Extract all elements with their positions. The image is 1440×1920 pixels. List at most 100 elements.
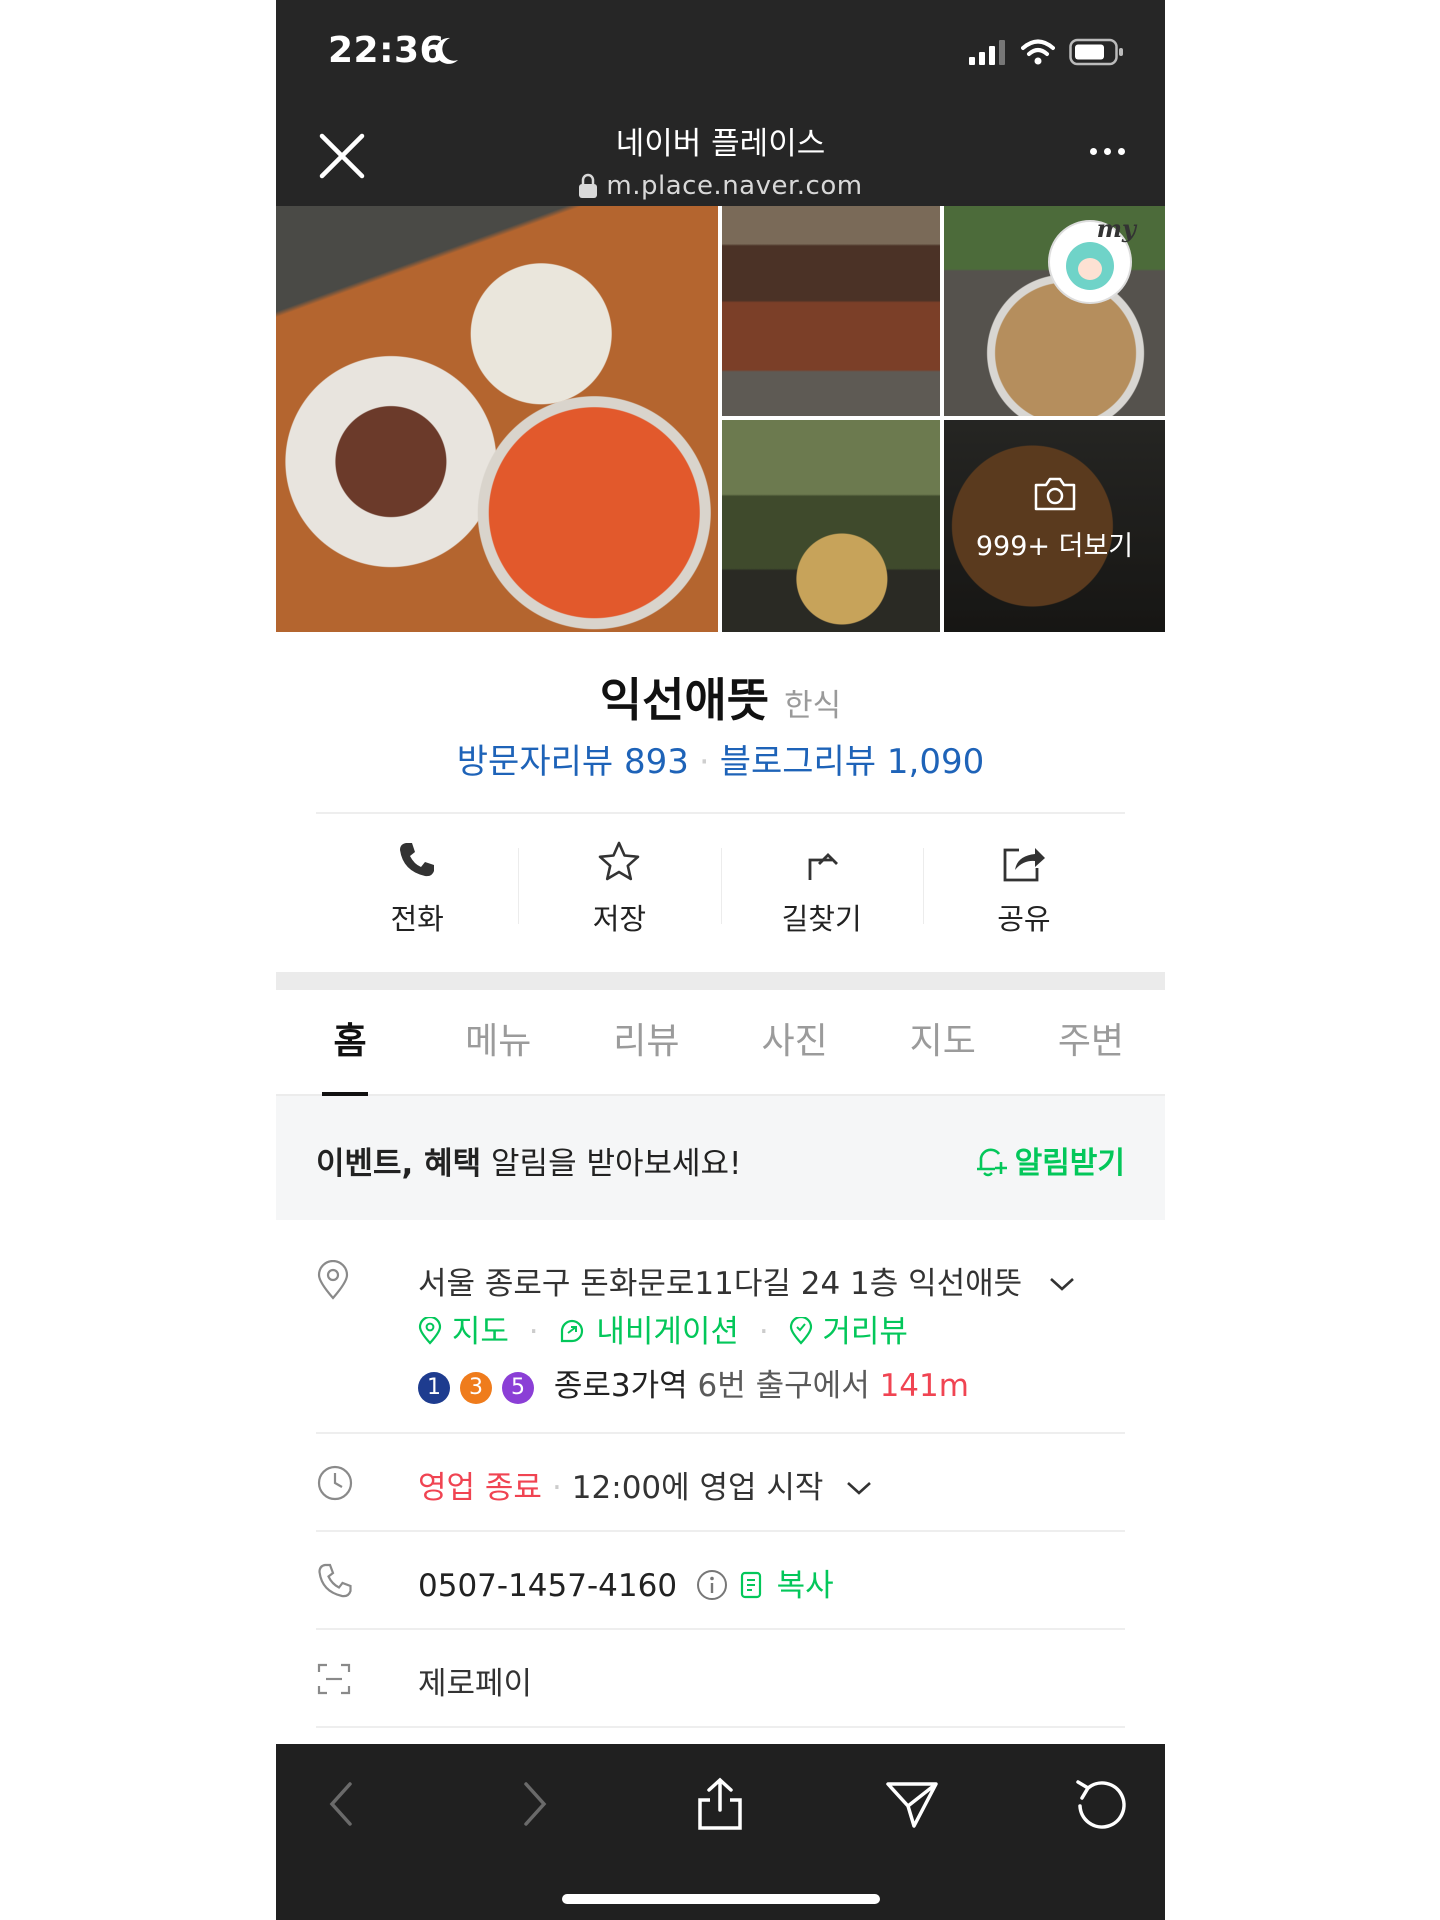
- copy-button[interactable]: 복사: [739, 1568, 834, 1604]
- camera-icon: [1034, 477, 1075, 511]
- forward-icon[interactable]: [516, 1776, 552, 1832]
- tab-home[interactable]: 홈: [276, 990, 424, 1096]
- address-links: 지도 · 내비게이션 · 거리뷰: [418, 1306, 908, 1351]
- tab-map[interactable]: 지도: [869, 990, 1017, 1094]
- battery-icon: [1069, 38, 1123, 66]
- browser-bottom-toolbar: [276, 1744, 1165, 1920]
- more-options-icon[interactable]: [1090, 148, 1125, 155]
- navigation-icon: [561, 1319, 584, 1343]
- location-pin-icon: [317, 1260, 349, 1300]
- clock-icon: [317, 1465, 353, 1501]
- phone-screen: 22:36 네이버 플레이스 m.place.naver.com 999+ 더보…: [276, 0, 1165, 1920]
- map-link-label: 지도: [451, 1314, 509, 1350]
- notice-text: 이벤트, 혜택 알림을 받아보세요!: [316, 1138, 741, 1183]
- status-time: 22:36: [328, 30, 446, 71]
- save-label: 저장: [592, 902, 647, 936]
- copy-icon: [740, 1571, 761, 1599]
- chevron-down-icon: [1050, 1278, 1074, 1291]
- call-button[interactable]: 전화: [316, 814, 518, 954]
- business-status: 영업 종료: [418, 1470, 542, 1506]
- address-text: 서울 종로구 돈화문로11다길 24 1층 익선애뜻: [418, 1266, 1023, 1302]
- section-gap: [276, 972, 1165, 990]
- distance: 141m: [879, 1368, 969, 1404]
- info-icon[interactable]: [695, 1568, 729, 1602]
- tab-menu[interactable]: 메뉴: [424, 990, 572, 1094]
- phone-text: 0507-1457-4160 복사: [418, 1560, 834, 1605]
- more-photos-button[interactable]: 999+ 더보기: [944, 476, 1165, 563]
- share-label: 공유: [997, 902, 1051, 936]
- phone-number[interactable]: 0507-1457-4160: [418, 1568, 677, 1604]
- browser-top-bar: 22:36 네이버 플레이스 m.place.naver.com: [276, 0, 1165, 206]
- star-icon: [599, 841, 640, 881]
- hours-row[interactable]: 영업 종료 · 12:00에 영업 시작: [316, 1458, 1125, 1508]
- divider: [316, 1628, 1125, 1630]
- main-food-photo[interactable]: [276, 206, 718, 632]
- subway-line-badge: 1: [418, 1371, 450, 1404]
- hours-text: 영업 종료 · 12:00에 영업 시작: [418, 1462, 873, 1507]
- next-open-time: 12:00에 영업 시작: [571, 1470, 824, 1506]
- map-link[interactable]: 지도: [418, 1314, 519, 1350]
- divider: [316, 1726, 1125, 1728]
- navigation-link[interactable]: 내비게이션: [549, 1314, 749, 1350]
- call-label: 전화: [390, 902, 444, 936]
- divider: [316, 1432, 1125, 1434]
- blog-reviews-link[interactable]: 블로그리뷰 1,090: [720, 742, 985, 782]
- separator-dot: ·: [758, 1314, 769, 1350]
- browser-title-area: 네이버 플레이스 m.place.naver.com: [276, 118, 1165, 201]
- map-pin-icon: [418, 1315, 442, 1345]
- navigation-link-label: 내비게이션: [596, 1314, 739, 1350]
- refresh-icon[interactable]: [1072, 1776, 1128, 1832]
- chevron-down-icon: [847, 1482, 872, 1495]
- page-url: m.place.naver.com: [606, 171, 863, 201]
- subway-line-badge: 5: [502, 1371, 534, 1404]
- share-button[interactable]: 공유: [922, 814, 1125, 954]
- my-badge-text: my: [1096, 214, 1136, 243]
- url-row: m.place.naver.com: [276, 171, 1165, 201]
- address-row: 서울 종로구 돈화문로11다길 24 1층 익선애뜻 지도 · 내비게이션 ·: [316, 1254, 1125, 1404]
- dish-photo[interactable]: [722, 420, 940, 632]
- directions-icon: [808, 853, 838, 880]
- separator-dot: ·: [551, 1470, 562, 1506]
- share-upload-icon[interactable]: [694, 1776, 746, 1832]
- payment-row: 제로페이: [316, 1654, 1125, 1704]
- phone-row: 0507-1457-4160 복사: [316, 1556, 1125, 1606]
- address-line[interactable]: 서울 종로구 돈화문로11다길 24 1층 익선애뜻: [418, 1258, 1076, 1303]
- tab-nearby[interactable]: 주변: [1017, 990, 1165, 1094]
- photo-gallery: 999+ 더보기 my: [276, 206, 1165, 632]
- subway-info: 135 종로3가역 6번 출구에서 141m: [418, 1360, 969, 1405]
- page-title: 네이버 플레이스: [615, 126, 826, 162]
- action-buttons: 전화 저장 길찾기 공유: [316, 814, 1125, 954]
- place-name: 익선애뜻: [599, 673, 770, 727]
- interior-photo[interactable]: [722, 206, 940, 416]
- phone-icon: [400, 843, 435, 877]
- place-category: 한식: [784, 688, 842, 724]
- back-icon[interactable]: [324, 1776, 360, 1832]
- visitor-reviews-link[interactable]: 방문자리뷰 893: [457, 742, 689, 782]
- get-alerts-button[interactable]: 알림받기: [973, 1138, 1125, 1182]
- system-status-icons: [969, 38, 1125, 66]
- street-view-link[interactable]: 거리뷰: [779, 1314, 908, 1350]
- divider: [316, 1530, 1125, 1532]
- send-icon[interactable]: [884, 1776, 940, 1832]
- save-button[interactable]: 저장: [518, 814, 720, 954]
- directions-button[interactable]: 길찾기: [720, 814, 923, 954]
- tab-photos[interactable]: 사진: [721, 990, 869, 1094]
- scan-icon: [317, 1663, 351, 1695]
- notice-bold-text: 이벤트, 혜택: [316, 1146, 482, 1182]
- my-avatar-badge[interactable]: my: [1048, 214, 1136, 304]
- separator-dot: ·: [528, 1314, 539, 1350]
- payment-label: 제로페이: [418, 1666, 533, 1702]
- cellular-signal-icon: [969, 40, 1005, 65]
- exit-text: 6번 출구에서: [697, 1368, 870, 1404]
- tab-reviews[interactable]: 리뷰: [572, 990, 720, 1094]
- moon-icon: [435, 37, 458, 64]
- separator-dot: ·: [698, 742, 710, 782]
- street-view-icon: [789, 1315, 812, 1345]
- copy-label: 복사: [776, 1568, 834, 1604]
- more-photos-label: 999+ 더보기: [975, 531, 1134, 562]
- directions-label: 길찾기: [781, 902, 862, 936]
- wifi-icon: [1021, 39, 1055, 65]
- lock-icon: [579, 173, 598, 198]
- subway-line-badge: 3: [460, 1371, 492, 1404]
- get-alerts-label: 알림받기: [1014, 1146, 1125, 1181]
